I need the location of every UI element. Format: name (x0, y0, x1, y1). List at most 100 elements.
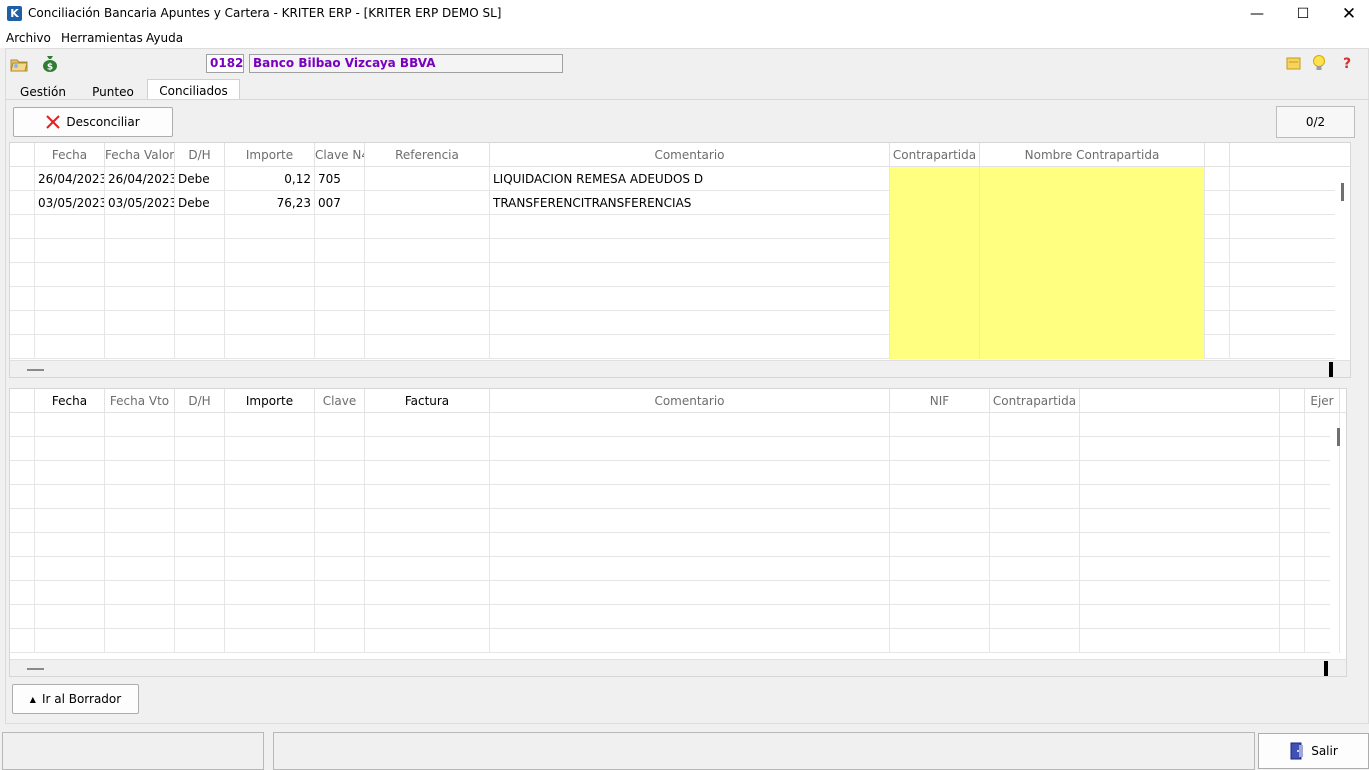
movements-cell[interactable] (1230, 311, 1350, 335)
portfolio-cell[interactable] (10, 533, 35, 557)
movements-cell[interactable] (490, 263, 890, 287)
movements-cell[interactable] (980, 263, 1205, 287)
portfolio-cell[interactable] (365, 605, 490, 629)
portfolio-cell[interactable] (1080, 413, 1280, 437)
movements-cell[interactable] (225, 263, 315, 287)
menu-herramientas[interactable]: Herramientas (61, 31, 143, 45)
portfolio-cell[interactable] (10, 461, 35, 485)
portfolio-col-header[interactable] (1080, 389, 1280, 413)
portfolio-col-header[interactable]: Fecha (35, 389, 105, 413)
movements-cell[interactable] (175, 335, 225, 359)
movements-col-header[interactable]: Fecha Valor (105, 143, 175, 167)
portfolio-cell[interactable] (365, 557, 490, 581)
portfolio-cell[interactable] (10, 629, 35, 653)
portfolio-cell[interactable] (1080, 581, 1280, 605)
portfolio-row[interactable] (10, 485, 1340, 509)
movements-cell[interactable] (980, 287, 1205, 311)
portfolio-cell[interactable] (890, 485, 990, 509)
movements-cell[interactable] (365, 167, 490, 191)
portfolio-cell[interactable] (890, 509, 990, 533)
portfolio-cell[interactable] (1305, 581, 1340, 605)
movements-cell[interactable] (980, 215, 1205, 239)
portfolio-cell[interactable] (105, 581, 175, 605)
movements-cell[interactable] (35, 215, 105, 239)
portfolio-row[interactable] (10, 629, 1340, 653)
portfolio-cell[interactable] (1305, 629, 1340, 653)
portfolio-cell[interactable] (990, 629, 1080, 653)
portfolio-cell[interactable] (35, 461, 105, 485)
movements-cell[interactable]: LIQUIDACION REMESA ADEUDOS D (490, 167, 890, 191)
portfolio-cell[interactable] (990, 437, 1080, 461)
unreconcile-button[interactable]: Desconciliar (13, 107, 173, 137)
movements-row[interactable] (10, 239, 1335, 263)
movements-cell[interactable] (315, 239, 365, 263)
movements-cell[interactable] (1230, 215, 1350, 239)
movements-cell[interactable] (175, 287, 225, 311)
portfolio-cell[interactable] (1080, 509, 1280, 533)
movements-cell[interactable] (1205, 287, 1230, 311)
movements-cell[interactable] (1205, 311, 1230, 335)
portfolio-cell[interactable] (35, 557, 105, 581)
portfolio-cell[interactable] (1080, 461, 1280, 485)
movements-cell[interactable] (980, 191, 1205, 215)
movements-cell[interactable] (890, 239, 980, 263)
exit-button[interactable]: Salir (1258, 733, 1369, 769)
movements-cell[interactable] (890, 311, 980, 335)
movements-cell[interactable]: 03/05/2023 (35, 191, 105, 215)
portfolio-cell[interactable] (1080, 485, 1280, 509)
portfolio-cell[interactable] (10, 509, 35, 533)
movements-grid[interactable]: FechaFecha ValorD/HImporteClave N43Refer… (9, 142, 1351, 378)
portfolio-cell[interactable] (365, 533, 490, 557)
portfolio-cell[interactable] (105, 413, 175, 437)
movements-cell[interactable] (365, 263, 490, 287)
movements-cell[interactable] (225, 239, 315, 263)
portfolio-col-header[interactable]: D/H (175, 389, 225, 413)
portfolio-cell[interactable] (35, 437, 105, 461)
portfolio-cell[interactable] (35, 605, 105, 629)
movements-cell[interactable] (890, 191, 980, 215)
folder-open-icon[interactable] (10, 55, 28, 73)
portfolio-cell[interactable] (890, 461, 990, 485)
portfolio-cell[interactable] (490, 605, 890, 629)
portfolio-cell[interactable] (35, 485, 105, 509)
portfolio-cell[interactable] (890, 557, 990, 581)
portfolio-cell[interactable] (225, 557, 315, 581)
portfolio-cell[interactable] (225, 413, 315, 437)
portfolio-cell[interactable] (175, 509, 225, 533)
portfolio-col-header[interactable]: Ejer (1305, 389, 1340, 413)
movements-cell[interactable] (1205, 335, 1230, 359)
portfolio-cell[interactable] (10, 437, 35, 461)
portfolio-hscroll[interactable] (10, 659, 1346, 676)
movements-cell[interactable] (365, 335, 490, 359)
money-bag-icon[interactable]: $ (41, 54, 59, 73)
movements-cell[interactable] (35, 287, 105, 311)
movements-hscroll[interactable] (10, 360, 1350, 377)
movements-cell[interactable]: 03/05/2023 (105, 191, 175, 215)
movements-cell[interactable] (225, 287, 315, 311)
portfolio-cell[interactable] (315, 581, 365, 605)
portfolio-cell[interactable] (35, 509, 105, 533)
portfolio-cell[interactable] (1280, 557, 1305, 581)
movements-cell[interactable] (315, 311, 365, 335)
movements-cell[interactable] (315, 335, 365, 359)
portfolio-row[interactable] (10, 461, 1340, 485)
movements-cell[interactable] (10, 239, 35, 263)
movements-col-header[interactable]: D/H (175, 143, 225, 167)
portfolio-cell[interactable] (1305, 413, 1340, 437)
movements-cell[interactable]: Debe (175, 167, 225, 191)
portfolio-cell[interactable] (315, 605, 365, 629)
movements-row[interactable] (10, 287, 1335, 311)
menu-archivo[interactable]: Archivo (6, 31, 51, 45)
portfolio-cell[interactable] (105, 605, 175, 629)
movements-cell[interactable] (490, 311, 890, 335)
portfolio-cell[interactable] (990, 581, 1080, 605)
movements-cell[interactable] (980, 239, 1205, 263)
movements-col-header[interactable] (1230, 143, 1350, 167)
portfolio-cell[interactable] (1305, 605, 1340, 629)
movements-cell[interactable] (1205, 191, 1230, 215)
movements-col-header[interactable]: Comentario (490, 143, 890, 167)
portfolio-col-header[interactable]: Clave (315, 389, 365, 413)
portfolio-cell[interactable] (225, 581, 315, 605)
portfolio-col-header[interactable]: NIF (890, 389, 990, 413)
portfolio-cell[interactable] (1305, 533, 1340, 557)
